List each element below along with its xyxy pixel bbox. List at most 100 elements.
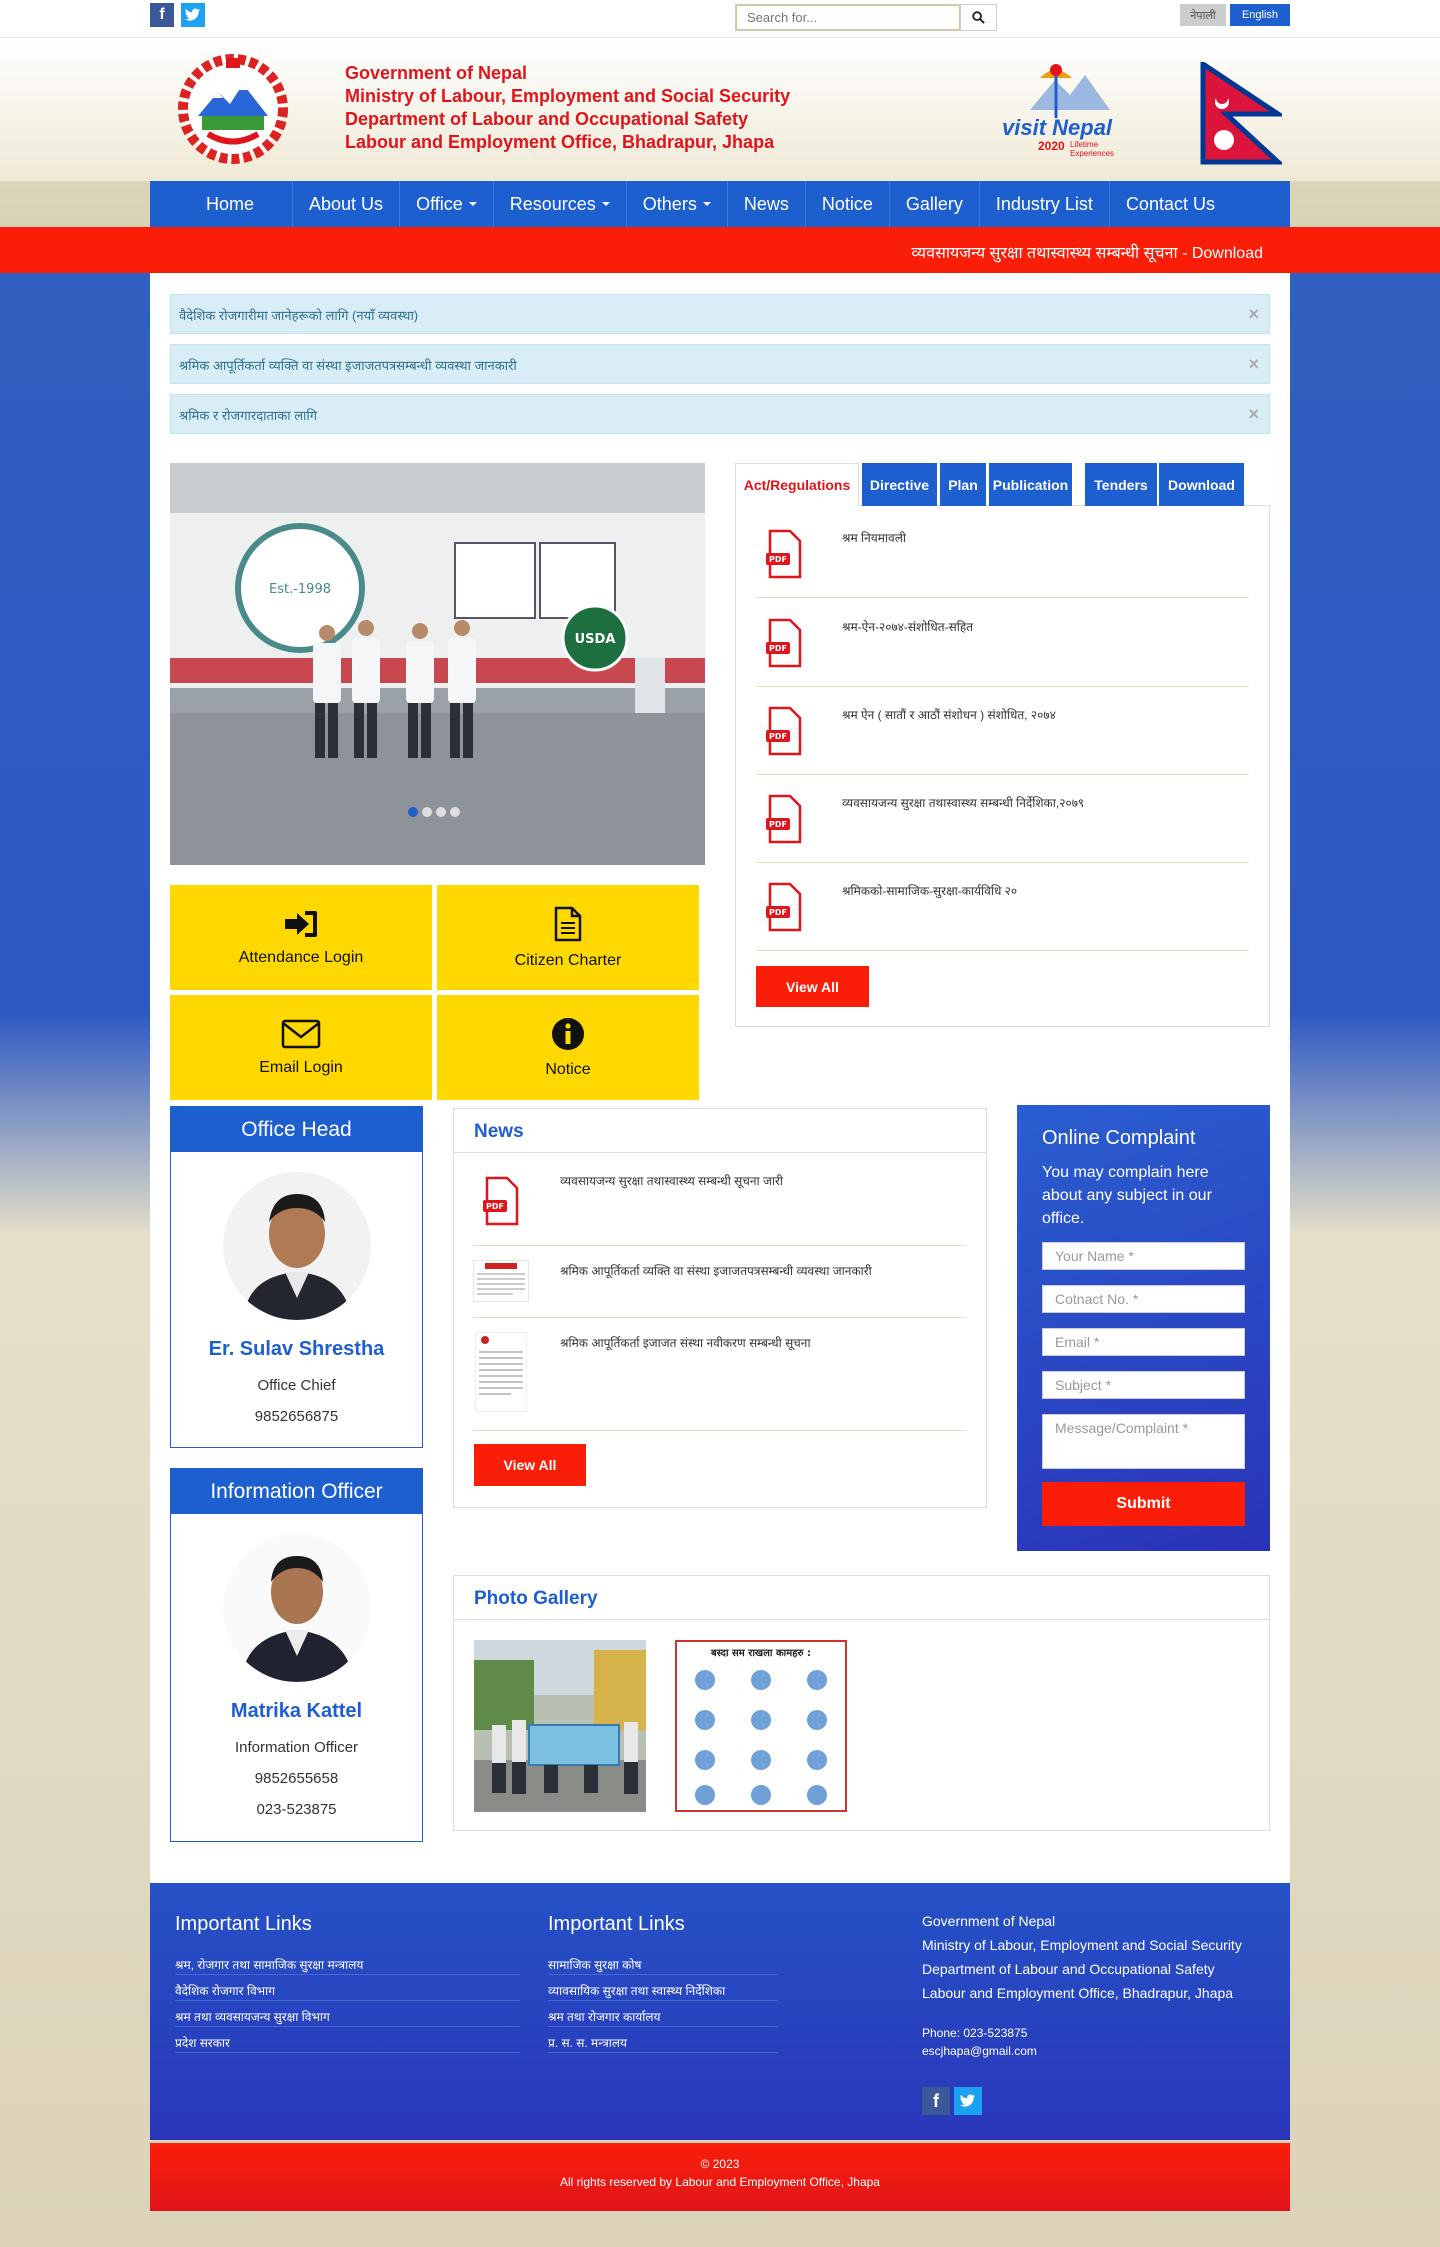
- main-nav: Home About Us Office Resources Others Ne…: [150, 181, 1290, 227]
- slider-dots: [408, 807, 460, 817]
- svg-text:Est.-1998: Est.-1998: [269, 582, 331, 597]
- svg-text:PDF: PDF: [769, 644, 787, 653]
- officer-phone-landline: 023-523875: [256, 1801, 337, 1818]
- form-description: You may complain here about any subject …: [1042, 1164, 1212, 1227]
- document-row[interactable]: PDF व्यवसायजन्य सुरक्षा तथास्वास्थ्य सम्…: [756, 774, 1249, 863]
- alert-text[interactable]: श्रमिक र रोजगारदाताका लागि: [179, 408, 317, 423]
- news-item[interactable]: श्रमिक आपूर्तिकर्ता इजाजत संस्था नवीकरण …: [473, 1318, 966, 1431]
- footer-link[interactable]: श्रम तथा व्यवसायजन्य सुरक्षा विभाग: [175, 2001, 520, 2027]
- tab-download[interactable]: Download: [1159, 463, 1244, 506]
- nav-industry-list[interactable]: Industry List: [980, 181, 1110, 227]
- pdf-icon: PDF: [766, 882, 802, 932]
- slider-dot[interactable]: [436, 807, 446, 817]
- ticker-link[interactable]: व्यवसायजन्य सुरक्षा तथास्वास्थ्य सम्बन्ध…: [911, 241, 1263, 263]
- attendance-login-tile[interactable]: Attendance Login: [170, 885, 432, 990]
- document-row[interactable]: PDF श्रम-ऐन-२०७४-संशोधित-सहित: [756, 598, 1249, 687]
- form-title: Online Complaint: [1042, 1127, 1196, 1149]
- nav-contact-us[interactable]: Contact Us: [1110, 181, 1231, 227]
- nav-about-us[interactable]: About Us: [293, 181, 401, 227]
- tab-plan[interactable]: Plan: [940, 463, 986, 506]
- svg-text:PDF: PDF: [486, 1202, 504, 1211]
- close-icon[interactable]: ×: [1248, 404, 1259, 425]
- nav-home[interactable]: Home: [150, 181, 294, 227]
- document-row[interactable]: PDF श्रम नियमावली: [756, 509, 1249, 598]
- alert-text[interactable]: वैदेशिक रोजगारीमा जानेहरूको लागि (नयाँ व…: [179, 308, 418, 323]
- docs-view-all-button[interactable]: View All: [756, 966, 869, 1007]
- footer-link[interactable]: व्यावसायिक सुरक्षा तथा स्वास्थ्य निर्देश…: [548, 1975, 778, 2001]
- twitter-icon[interactable]: [954, 2087, 982, 2115]
- tab-tenders[interactable]: Tenders: [1085, 463, 1157, 506]
- search-bar: [735, 4, 997, 31]
- footer-link[interactable]: प्रदेश सरकार: [175, 2027, 520, 2053]
- visit-nepal-logo: visit Nepal 2020 Lifetime Experiences: [1000, 60, 1125, 165]
- slider-dot[interactable]: [408, 807, 418, 817]
- slider-dot[interactable]: [422, 807, 432, 817]
- lang-english-button[interactable]: English: [1230, 4, 1290, 26]
- close-icon[interactable]: ×: [1248, 354, 1259, 375]
- visit-nepal-year: 2020: [1038, 139, 1065, 153]
- visit-nepal-tagline: Lifetime Experiences: [1070, 140, 1115, 158]
- tab-act-regulations[interactable]: Act/Regulations: [735, 463, 859, 506]
- news-item[interactable]: PDF व्यवसायजन्य सुरक्षा तथास्वास्थ्य सम्…: [473, 1156, 966, 1246]
- contact-input[interactable]: Cotnact No. *: [1042, 1285, 1245, 1313]
- search-button[interactable]: [960, 5, 996, 30]
- lang-nepali-button[interactable]: नेपाली: [1180, 4, 1226, 26]
- document-row[interactable]: PDF श्रमिकको-सामाजिक-सुरक्षा-कार्यविधि २…: [756, 862, 1249, 951]
- email-login-tile[interactable]: Email Login: [170, 995, 432, 1100]
- footer-link[interactable]: श्रम तथा रोजगार कार्यालय: [548, 2001, 778, 2027]
- chevron-down-icon: [702, 202, 711, 206]
- nav-others[interactable]: Others: [627, 181, 728, 227]
- nav-gallery[interactable]: Gallery: [890, 181, 980, 227]
- facebook-icon[interactable]: f: [922, 2087, 950, 2115]
- copyright-bar: © 2023 All rights reserved by Labour and…: [150, 2143, 1290, 2211]
- slide-image: Est.-1998 USDA: [170, 463, 705, 865]
- search-input[interactable]: [736, 5, 960, 30]
- nav-office[interactable]: Office: [400, 181, 494, 227]
- section-title: News: [474, 1121, 524, 1142]
- name-input[interactable]: Your Name *: [1042, 1242, 1245, 1270]
- chevron-down-icon: [601, 202, 610, 206]
- message-textarea[interactable]: Message/Complaint *: [1042, 1414, 1245, 1469]
- tab-directive[interactable]: Directive: [862, 463, 937, 506]
- gallery-poster[interactable]: बस्दा सम राखला कामहरु :: [675, 1640, 847, 1812]
- nav-notice[interactable]: Notice: [806, 181, 890, 227]
- tile-label: Notice: [545, 1060, 591, 1078]
- footer-links-title: Important Links: [175, 1913, 312, 1935]
- divider: [454, 1152, 986, 1153]
- news-item[interactable]: श्रमिक आपूर्तिकर्ता व्यक्ति वा संस्था इज…: [473, 1246, 966, 1318]
- document-title: श्रम नियमावली: [842, 531, 906, 545]
- gallery-photo[interactable]: [474, 1640, 646, 1812]
- slider-dot[interactable]: [450, 807, 460, 817]
- footer-email[interactable]: escjhapa@gmail.com: [922, 2044, 1037, 2058]
- pdf-icon: PDF: [766, 794, 802, 844]
- footer-link[interactable]: वैदेशिक रोजगार विभाग: [175, 1975, 520, 2001]
- top-bar: f नेपाली English: [0, 0, 1440, 38]
- footer-link[interactable]: श्रम, रोजगार तथा सामाजिक सुरक्षा मन्त्रा…: [175, 1949, 520, 1975]
- email-input[interactable]: Email *: [1042, 1328, 1245, 1356]
- tile-label: Citizen Charter: [514, 951, 622, 969]
- subject-input[interactable]: Subject *: [1042, 1371, 1245, 1399]
- image-slider[interactable]: Est.-1998 USDA: [170, 463, 705, 865]
- citizen-charter-tile[interactable]: Citizen Charter: [437, 885, 699, 990]
- submit-button[interactable]: Submit: [1042, 1482, 1245, 1526]
- document-row[interactable]: PDF श्रम ऐन ( सातौं र आठौं संशोधन ) संशो…: [756, 686, 1249, 775]
- information-officer-card: Information Officer Matrika Kattel Infor…: [170, 1468, 423, 1842]
- document-title: श्रमिकको-सामाजिक-सुरक्षा-कार्यविधि २०: [842, 884, 1018, 898]
- footer-link[interactable]: सामाजिक सुरक्षा कोष: [548, 1949, 778, 1975]
- nav-resources[interactable]: Resources: [494, 181, 627, 227]
- footer-address-line: Department of Labour and Occupational Sa…: [922, 1961, 1215, 1977]
- card-heading: Information Officer: [171, 1469, 422, 1514]
- alert-text[interactable]: श्रमिक आपूर्तिकर्ता व्यक्ति वा संस्था इज…: [179, 358, 517, 373]
- nepal-emblem-logo[interactable]: [168, 54, 298, 164]
- tab-publication[interactable]: Publication: [989, 463, 1072, 506]
- news-view-all-button[interactable]: View All: [474, 1444, 586, 1486]
- news-thumbnail: [475, 1332, 527, 1412]
- notice-tile[interactable]: Notice: [437, 995, 699, 1100]
- twitter-icon[interactable]: [181, 3, 205, 27]
- search-icon: [972, 11, 985, 24]
- facebook-icon[interactable]: f: [150, 3, 174, 27]
- close-icon[interactable]: ×: [1248, 304, 1259, 325]
- nav-news[interactable]: News: [728, 181, 806, 227]
- footer-link[interactable]: प्र. स. स. मन्त्रालय: [548, 2027, 778, 2053]
- section-title: Photo Gallery: [474, 1588, 598, 1609]
